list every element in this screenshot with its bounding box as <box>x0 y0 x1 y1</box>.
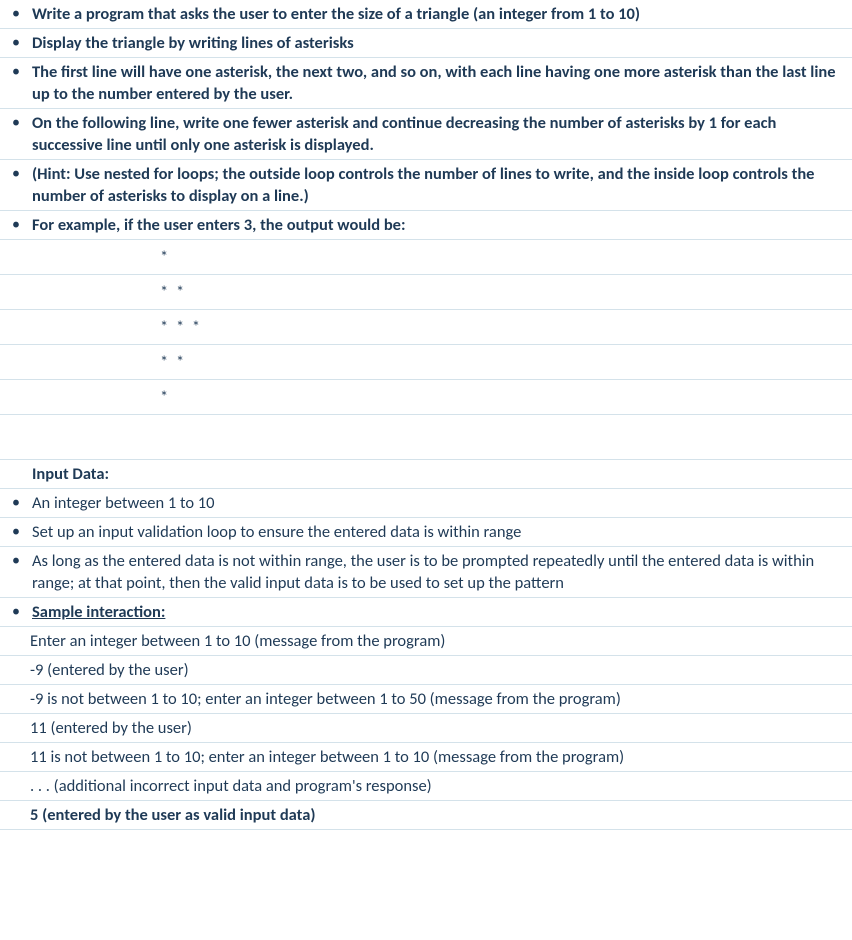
asterisk-line: * <box>0 240 852 275</box>
bullet: • <box>10 550 32 572</box>
asterisk-line: * <box>0 380 852 415</box>
bullet: • <box>10 492 32 514</box>
instruction-text: For example, if the user enters 3, the o… <box>32 214 844 236</box>
instruction-row: • (Hint: Use nested for loops; the outsi… <box>0 160 852 211</box>
input-data-text: As long as the entered data is not withi… <box>32 550 844 594</box>
bullet: • <box>10 163 32 185</box>
instruction-row: • For example, if the user enters 3, the… <box>0 211 852 240</box>
instruction-text: The first line will have one asterisk, t… <box>32 61 844 105</box>
sample-line: -9 is not between 1 to 10; enter an inte… <box>30 688 844 710</box>
bullet: • <box>10 214 32 236</box>
sample-interaction-row: • Sample interaction: <box>0 598 852 627</box>
instruction-text: (Hint: Use nested for loops; the outside… <box>32 163 844 207</box>
input-data-text: Set up an input validation loop to ensur… <box>32 521 844 543</box>
bullet: • <box>10 601 32 623</box>
sample-line: Enter an integer between 1 to 10 (messag… <box>30 630 844 652</box>
bullet: • <box>10 521 32 543</box>
bullet: • <box>10 32 32 54</box>
input-data-row: • An integer between 1 to 10 <box>0 489 852 518</box>
input-data-text: An integer between 1 to 10 <box>32 492 844 514</box>
instruction-row: • Display the triangle by writing lines … <box>0 29 852 58</box>
sample-line: 11 (entered by the user) <box>30 717 844 739</box>
input-data-heading: Input Data: <box>32 463 844 485</box>
asterisk-line: * * <box>0 275 852 310</box>
instruction-text: Display the triangle by writing lines of… <box>32 32 844 54</box>
bullet: • <box>10 112 32 134</box>
sample-line: 5 (entered by the user as valid input da… <box>30 804 844 826</box>
sample-line-row: 11 is not between 1 to 10; enter an inte… <box>0 743 852 772</box>
asterisk-line: * * <box>0 345 852 380</box>
sample-line-row: 5 (entered by the user as valid input da… <box>0 801 852 830</box>
sample-line-row: . . . (additional incorrect input data a… <box>0 772 852 801</box>
input-data-heading-row: Input Data: <box>0 460 852 489</box>
input-data-row: • Set up an input validation loop to ens… <box>0 518 852 547</box>
sample-line-row: -9 is not between 1 to 10; enter an inte… <box>0 685 852 714</box>
sample-line: 11 is not between 1 to 10; enter an inte… <box>30 746 844 768</box>
sample-line: . . . (additional incorrect input data a… <box>30 775 844 797</box>
instruction-row: • On the following line, write one fewer… <box>0 109 852 160</box>
asterisk-line: * * * <box>0 310 852 345</box>
sample-line-row: -9 (entered by the user) <box>0 656 852 685</box>
bullet: • <box>10 3 32 25</box>
sample-line-row: Enter an integer between 1 to 10 (messag… <box>0 627 852 656</box>
sample-interaction-label: Sample interaction: <box>32 601 844 623</box>
instruction-row: • The first line will have one asterisk,… <box>0 58 852 109</box>
instruction-row: • Write a program that asks the user to … <box>0 0 852 29</box>
instruction-text: On the following line, write one fewer a… <box>32 112 844 156</box>
blank-row <box>0 415 852 460</box>
bullet: • <box>10 61 32 83</box>
sample-line: -9 (entered by the user) <box>30 659 844 681</box>
sample-line-row: 11 (entered by the user) <box>0 714 852 743</box>
input-data-row: • As long as the entered data is not wit… <box>0 547 852 598</box>
instruction-text: Write a program that asks the user to en… <box>32 3 844 25</box>
